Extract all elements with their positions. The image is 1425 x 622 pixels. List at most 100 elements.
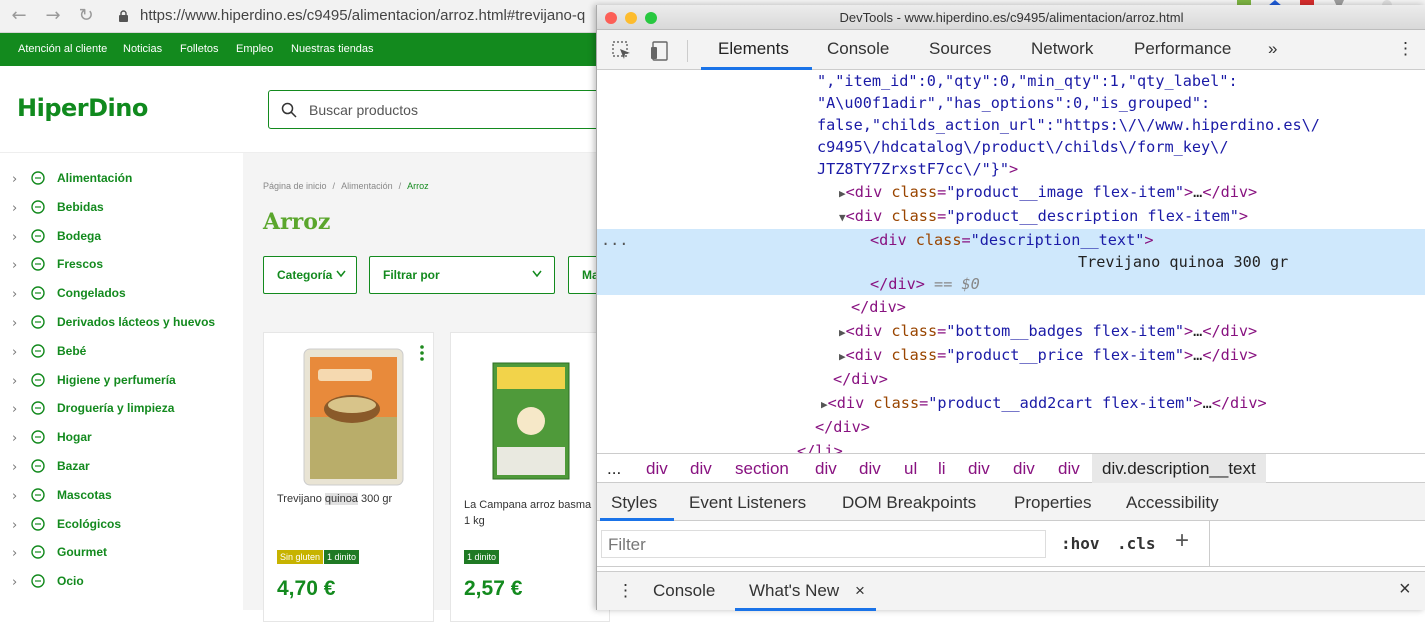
code-line: </li> bbox=[797, 442, 843, 453]
tab-accessibility[interactable]: Accessibility bbox=[1126, 493, 1219, 513]
tab-sources[interactable]: Sources bbox=[929, 39, 991, 59]
crumb-ul[interactable]: ul bbox=[904, 459, 917, 479]
chevron-right-icon: › bbox=[12, 575, 18, 591]
tab-elements[interactable]: Elements bbox=[718, 39, 789, 59]
search-input[interactable]: Buscar productos bbox=[268, 90, 608, 129]
product-name[interactable]: La Campana arroz basma 1 kg bbox=[464, 497, 591, 529]
dom-node-add2cart[interactable]: ▶<div class="product__add2cart flex-item… bbox=[597, 392, 1425, 415]
tab-properties[interactable]: Properties bbox=[1014, 493, 1091, 513]
product-card[interactable]: La Campana arroz basma 1 kg 1 dinito 2,57… bbox=[450, 332, 610, 622]
sidebar-item[interactable]: › Bodega bbox=[0, 224, 243, 252]
more-tabs-icon[interactable]: » bbox=[1268, 39, 1277, 59]
back-icon[interactable]: ← bbox=[8, 5, 30, 27]
chevron-down-icon bbox=[532, 270, 542, 278]
crumb-div[interactable]: div bbox=[968, 459, 990, 479]
code-line: ","item_id":0,"qty":0,"min_qty":1,"qty_l… bbox=[817, 72, 1238, 90]
new-style-rule-icon[interactable]: + bbox=[1175, 527, 1189, 555]
product-card[interactable]: Trevijano quinoa 300 gr Sin gluten 1 dini… bbox=[263, 332, 434, 622]
tab-event-listeners[interactable]: Event Listeners bbox=[689, 493, 806, 513]
styles-filter-input[interactable]: Filter bbox=[601, 530, 1046, 558]
topnav-jobs[interactable]: Empleo bbox=[236, 43, 273, 55]
device-toolbar-icon[interactable] bbox=[649, 40, 671, 62]
product-name[interactable]: Trevijano quinoa 300 gr bbox=[277, 491, 392, 507]
chevron-right-icon: › bbox=[12, 517, 18, 533]
sidebar-item-label: Bebidas bbox=[57, 199, 104, 214]
sidebar-item[interactable]: › Derivados lácteos y huevos bbox=[0, 310, 243, 338]
breadcrumb-home[interactable]: Página de inicio bbox=[263, 181, 327, 191]
topnav-flyers[interactable]: Folletos bbox=[180, 43, 219, 55]
sidebar-item-label: Congelados bbox=[57, 286, 126, 301]
sidebar-item[interactable]: › Hogar bbox=[0, 425, 243, 453]
crumb-section[interactable]: section bbox=[735, 459, 789, 479]
baby-bottle-icon bbox=[31, 344, 45, 358]
node-actions-icon[interactable]: ... bbox=[601, 229, 628, 252]
sidebar-item[interactable]: › Bebidas bbox=[0, 195, 243, 223]
forward-icon[interactable]: → bbox=[42, 5, 64, 27]
more-options-icon[interactable] bbox=[420, 345, 424, 361]
hov-toggle[interactable]: :hov bbox=[1061, 534, 1100, 553]
bazaar-icon bbox=[31, 459, 45, 473]
topnav-stores[interactable]: Nuestras tiendas bbox=[291, 43, 374, 55]
tab-console[interactable]: Console bbox=[827, 39, 889, 59]
devtools-window: DevTools - www.hiperdino.es/c9495/alimen… bbox=[596, 5, 1425, 611]
dom-node-bottom-badges[interactable]: ▶<div class="bottom__badges flex-item">…… bbox=[597, 320, 1425, 343]
sidebar-item[interactable]: › Higiene y perfumería bbox=[0, 368, 243, 396]
crumb-more[interactable]: ... bbox=[607, 459, 621, 479]
drawer-menu-icon[interactable]: ⋮ bbox=[617, 581, 634, 601]
sidebar-item[interactable]: › Bebé bbox=[0, 339, 243, 367]
product-badges: 1 dinito bbox=[464, 547, 500, 565]
reload-icon[interactable]: ↻ bbox=[75, 5, 97, 27]
crumb-li[interactable]: li bbox=[938, 459, 946, 479]
dom-node-product-description[interactable]: ▼<div class="product__description flex-i… bbox=[597, 205, 1425, 228]
sidebar-item[interactable]: › Ecológicos bbox=[0, 512, 243, 540]
close-drawer-icon[interactable]: × bbox=[1399, 578, 1411, 601]
topnav-customer-service[interactable]: Atención al cliente bbox=[18, 43, 107, 55]
devtools-title: DevTools - www.hiperdino.es/c9495/alimen… bbox=[839, 10, 1184, 25]
badge-dinito: 1 dinito bbox=[464, 550, 500, 564]
crumb-div[interactable]: div bbox=[690, 459, 712, 479]
site-logo[interactable]: HiperDino bbox=[17, 94, 148, 122]
search-icon bbox=[281, 102, 297, 118]
category-dropdown[interactable]: Categoría bbox=[263, 256, 357, 294]
sidebar-item[interactable]: › Gourmet bbox=[0, 540, 243, 568]
chevron-right-icon: › bbox=[12, 316, 18, 331]
sidebar-item[interactable]: › Droguería y limpieza bbox=[0, 396, 243, 424]
sidebar-item[interactable]: › Mascotas bbox=[0, 483, 243, 511]
code-line: JTZ8TY7ZrxstF7cc\/"}"> bbox=[817, 160, 1019, 178]
devtools-tabs: Elements Console Sources Network Perform… bbox=[597, 30, 1425, 70]
crumb-div[interactable]: div bbox=[815, 459, 837, 479]
drawer-tab-whats-new[interactable]: What's New bbox=[749, 581, 839, 601]
inspect-element-icon[interactable] bbox=[611, 40, 633, 62]
badge-gluten-free: Sin gluten bbox=[277, 550, 324, 564]
crumb-div[interactable]: div bbox=[859, 459, 881, 479]
crumb-div[interactable]: div bbox=[1013, 459, 1035, 479]
sidebar-item[interactable]: › Alimentación bbox=[0, 166, 243, 194]
cls-toggle[interactable]: .cls bbox=[1117, 534, 1156, 553]
devtools-menu-icon[interactable]: ⋮ bbox=[1397, 39, 1414, 59]
crumb-div[interactable]: div bbox=[1058, 459, 1080, 479]
sidebar-item[interactable]: › Frescos bbox=[0, 252, 243, 280]
dom-node-description-text-selected[interactable]: ... <div class="description__text"> Trev… bbox=[597, 229, 1425, 295]
food-icon bbox=[31, 171, 45, 185]
sidebar-item[interactable]: › Ocio bbox=[0, 569, 243, 597]
chevron-right-icon: › bbox=[12, 488, 18, 504]
filter-dropdown[interactable]: Filtrar por bbox=[369, 256, 555, 294]
tab-styles[interactable]: Styles bbox=[611, 493, 657, 513]
sidebar-item-label: Droguería y limpieza bbox=[57, 401, 175, 416]
crumb-div[interactable]: div bbox=[646, 459, 668, 479]
badge-dinito: 1 dinito bbox=[324, 550, 360, 564]
dom-node-product-image[interactable]: ▶<div class="product__image flex-item">…… bbox=[597, 181, 1425, 204]
product-badges: Sin gluten 1 dinito bbox=[277, 547, 360, 565]
topnav-news[interactable]: Noticias bbox=[123, 43, 162, 55]
breadcrumb-alimentacion[interactable]: Alimentación bbox=[341, 181, 393, 191]
drawer-tab-console[interactable]: Console bbox=[653, 581, 715, 601]
dom-node-product-price[interactable]: ▶<div class="product__price flex-item">…… bbox=[597, 344, 1425, 367]
tab-network[interactable]: Network bbox=[1031, 39, 1093, 59]
crumb-current[interactable]: div.description__text bbox=[1092, 454, 1266, 483]
tab-dom-breakpoints[interactable]: DOM Breakpoints bbox=[842, 493, 976, 513]
close-tab-icon[interactable]: × bbox=[855, 581, 865, 601]
drinks-icon bbox=[31, 200, 45, 214]
sidebar-item[interactable]: › Congelados bbox=[0, 281, 243, 309]
tab-performance[interactable]: Performance bbox=[1134, 39, 1231, 59]
sidebar-item[interactable]: › Bazar bbox=[0, 454, 243, 482]
